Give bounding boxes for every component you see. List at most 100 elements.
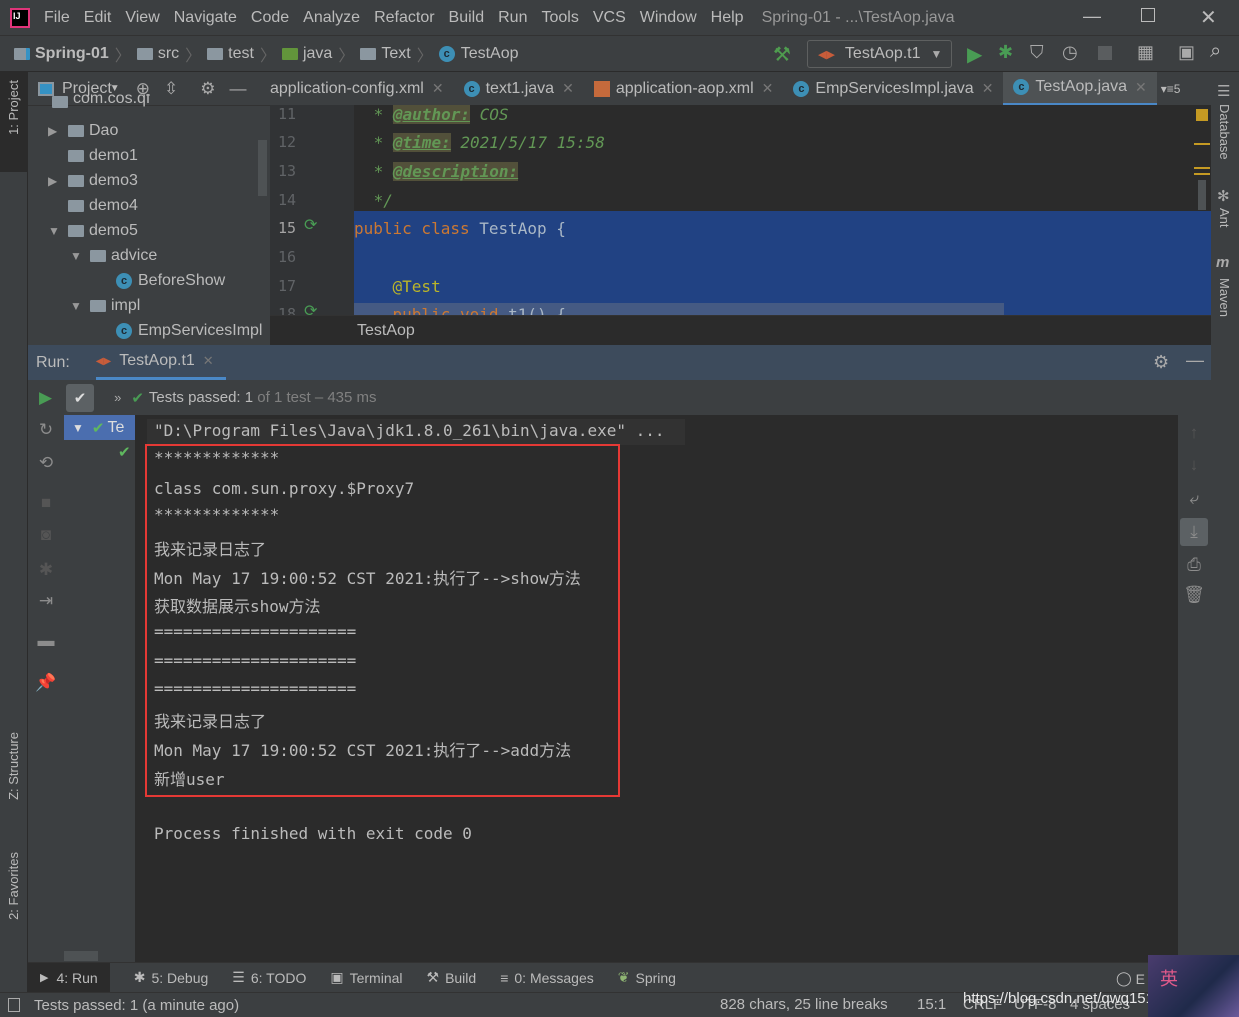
tool-messages[interactable]: ≡ 0: Messages: [500, 970, 594, 986]
tool-spring[interactable]: ❦ Spring: [618, 969, 676, 986]
tool-terminal[interactable]: ▣ Terminal: [330, 969, 402, 986]
menu-analyze[interactable]: Analyze: [303, 9, 360, 27]
close-window-button[interactable]: ✕: [1200, 5, 1217, 30]
menu-file[interactable]: File: [44, 9, 70, 27]
print-icon[interactable]: ⎙: [1182, 555, 1206, 575]
expand-arrow-icon[interactable]: ▶: [48, 124, 68, 138]
close-tab-icon[interactable]: ✕: [1135, 79, 1147, 96]
layout-icon[interactable]: ▬: [34, 631, 58, 651]
warning-marker[interactable]: [1196, 109, 1208, 121]
breadcrumb-src[interactable]: src: [136, 45, 179, 63]
tree-item-empservicesimpl[interactable]: c EmpServicesImpl: [116, 318, 262, 343]
arrow-up-icon[interactable]: ↑: [1182, 423, 1206, 443]
tab-testaop[interactable]: c TestAop.java ✕: [1003, 71, 1157, 106]
tree-item-dao[interactable]: ▶ Dao: [48, 118, 118, 143]
tab-empservicesimpl[interactable]: c EmpServicesImpl.java ✕: [783, 72, 1003, 106]
rerun-failed-icon[interactable]: ↻: [34, 420, 58, 440]
console-output[interactable]: "D:\Program Files\Java\jdk1.8.0_261\bin\…: [135, 415, 1178, 962]
tree-scrollbar[interactable]: [64, 951, 98, 961]
tool-favorites[interactable]: 2: Favorites: [6, 852, 21, 920]
run-config-select[interactable]: ◀▶ TestAop.t1 ▼: [807, 40, 952, 68]
arrow-down-icon[interactable]: ↓: [1182, 455, 1206, 475]
tab-application-config[interactable]: application-config.xml ✕: [270, 72, 454, 106]
trash-icon[interactable]: 🗑: [1182, 585, 1206, 605]
close-tab-icon[interactable]: ✕: [562, 80, 574, 97]
run-tab[interactable]: ◀▶ TestAop.t1 ✕: [95, 345, 226, 380]
test-t1-passed-icon[interactable]: ✔: [118, 443, 131, 461]
collapse-all-icon[interactable]: ⇳: [164, 79, 178, 99]
menu-edit[interactable]: Edit: [84, 9, 112, 27]
close-tab-icon[interactable]: ✕: [203, 353, 214, 369]
pin-icon[interactable]: 📌: [34, 673, 58, 693]
run-test-gutter-icon[interactable]: ⟳: [304, 215, 317, 235]
minimize-button[interactable]: —: [1083, 6, 1101, 27]
tree-item-advice[interactable]: ▼ advice: [70, 243, 157, 268]
project-scrollbar[interactable]: [258, 140, 267, 196]
camera-icon[interactable]: ◙: [34, 525, 58, 545]
tool-event-log[interactable]: ◯ E: [1116, 970, 1145, 987]
close-tab-icon[interactable]: ✕: [762, 80, 774, 97]
menu-build[interactable]: Build: [449, 9, 485, 27]
panel-toggle-icon[interactable]: [8, 998, 20, 1012]
menu-view[interactable]: View: [125, 9, 159, 27]
menu-navigate[interactable]: Navigate: [174, 9, 237, 27]
profiler-icon[interactable]: ◷: [1062, 42, 1078, 63]
collapse-arrow-icon[interactable]: ▼: [70, 249, 90, 263]
debug-icon[interactable]: ✱: [998, 42, 1013, 63]
toggle-auto-test-icon[interactable]: ⟲: [34, 453, 58, 473]
menu-window[interactable]: Window: [640, 9, 697, 27]
menu-refactor[interactable]: Refactor: [374, 9, 434, 27]
breadcrumb-project[interactable]: Spring-01: [14, 45, 109, 63]
tool-structure[interactable]: Z: Structure: [6, 732, 21, 800]
collapse-arrow-icon[interactable]: ▼: [70, 299, 90, 313]
tree-item-impl[interactable]: ▼ impl: [70, 293, 140, 318]
project-structure-icon[interactable]: ▦: [1137, 42, 1154, 63]
tab-application-aop[interactable]: application-aop.xml ✕: [584, 72, 784, 106]
expand-icon[interactable]: »: [114, 390, 121, 405]
tree-item-demo3[interactable]: ▶ demo3: [48, 168, 138, 193]
breadcrumb-test[interactable]: test: [207, 45, 254, 63]
status-message[interactable]: Tests passed: 1 (a minute ago): [34, 997, 239, 1014]
tool-run[interactable]: ▶ 4: Run: [28, 962, 110, 993]
settings-icon[interactable]: ✱: [34, 560, 58, 580]
tool-build[interactable]: ⚒ Build: [427, 969, 477, 986]
tool-debug[interactable]: ✱ 5: Debug: [134, 969, 209, 986]
gear-icon[interactable]: ⚙: [1153, 352, 1169, 373]
tree-item-demo1[interactable]: demo1: [68, 143, 138, 168]
test-tree-root[interactable]: ▼ ✔ Te: [64, 415, 135, 440]
tab-text1[interactable]: c text1.java ✕: [454, 72, 584, 106]
expand-arrow-icon[interactable]: ▶: [48, 174, 68, 188]
tree-item-demo5[interactable]: ▼ demo5: [48, 218, 138, 243]
menu-tools[interactable]: Tools: [541, 9, 578, 27]
status-caret-position[interactable]: 15:1: [917, 996, 946, 1013]
coverage-icon[interactable]: ⛉: [1030, 42, 1044, 63]
breadcrumb-text[interactable]: Text: [360, 45, 411, 63]
tool-project[interactable]: 1: Project: [6, 80, 21, 135]
soft-wrap-icon[interactable]: ⤶: [1182, 489, 1206, 509]
tab-overflow-button[interactable]: ▾≡ 5: [1157, 72, 1185, 106]
stop-icon[interactable]: [1098, 46, 1112, 60]
tool-ant[interactable]: Ant: [1217, 208, 1232, 228]
scroll-to-end-icon[interactable]: ⤓: [1180, 518, 1208, 546]
show-passed-toggle[interactable]: ✔: [66, 383, 95, 412]
menu-vcs[interactable]: VCS: [593, 9, 626, 27]
menu-run[interactable]: Run: [498, 9, 527, 27]
tool-todo[interactable]: ☰ 6: TODO: [232, 969, 306, 986]
hide-icon[interactable]: —: [229, 79, 246, 99]
close-tab-icon[interactable]: ✕: [982, 80, 994, 97]
search-icon[interactable]: ⌕: [1210, 40, 1221, 63]
collapse-arrow-icon[interactable]: ▼: [72, 421, 84, 435]
exit-icon[interactable]: ⇥: [34, 591, 58, 611]
collapse-arrow-icon[interactable]: ▼: [48, 224, 68, 238]
tree-item-com-cos-qf[interactable]: com.cos.qf: [52, 94, 150, 108]
hide-panel-icon[interactable]: —: [1186, 350, 1204, 371]
editor-scrollbar[interactable]: [1198, 180, 1206, 210]
menu-help[interactable]: Help: [711, 9, 744, 27]
build-hammer-icon[interactable]: ⚒: [773, 42, 791, 67]
tool-maven[interactable]: Maven: [1217, 278, 1232, 317]
maximize-button[interactable]: [1141, 8, 1155, 22]
terminal-window-icon[interactable]: ▣: [1178, 42, 1195, 63]
tool-database[interactable]: Database: [1217, 104, 1232, 160]
run-icon[interactable]: ▶: [967, 42, 982, 67]
code-editor[interactable]: * @author: COS * @time: 2021/5/17 15:58 …: [354, 105, 1211, 315]
